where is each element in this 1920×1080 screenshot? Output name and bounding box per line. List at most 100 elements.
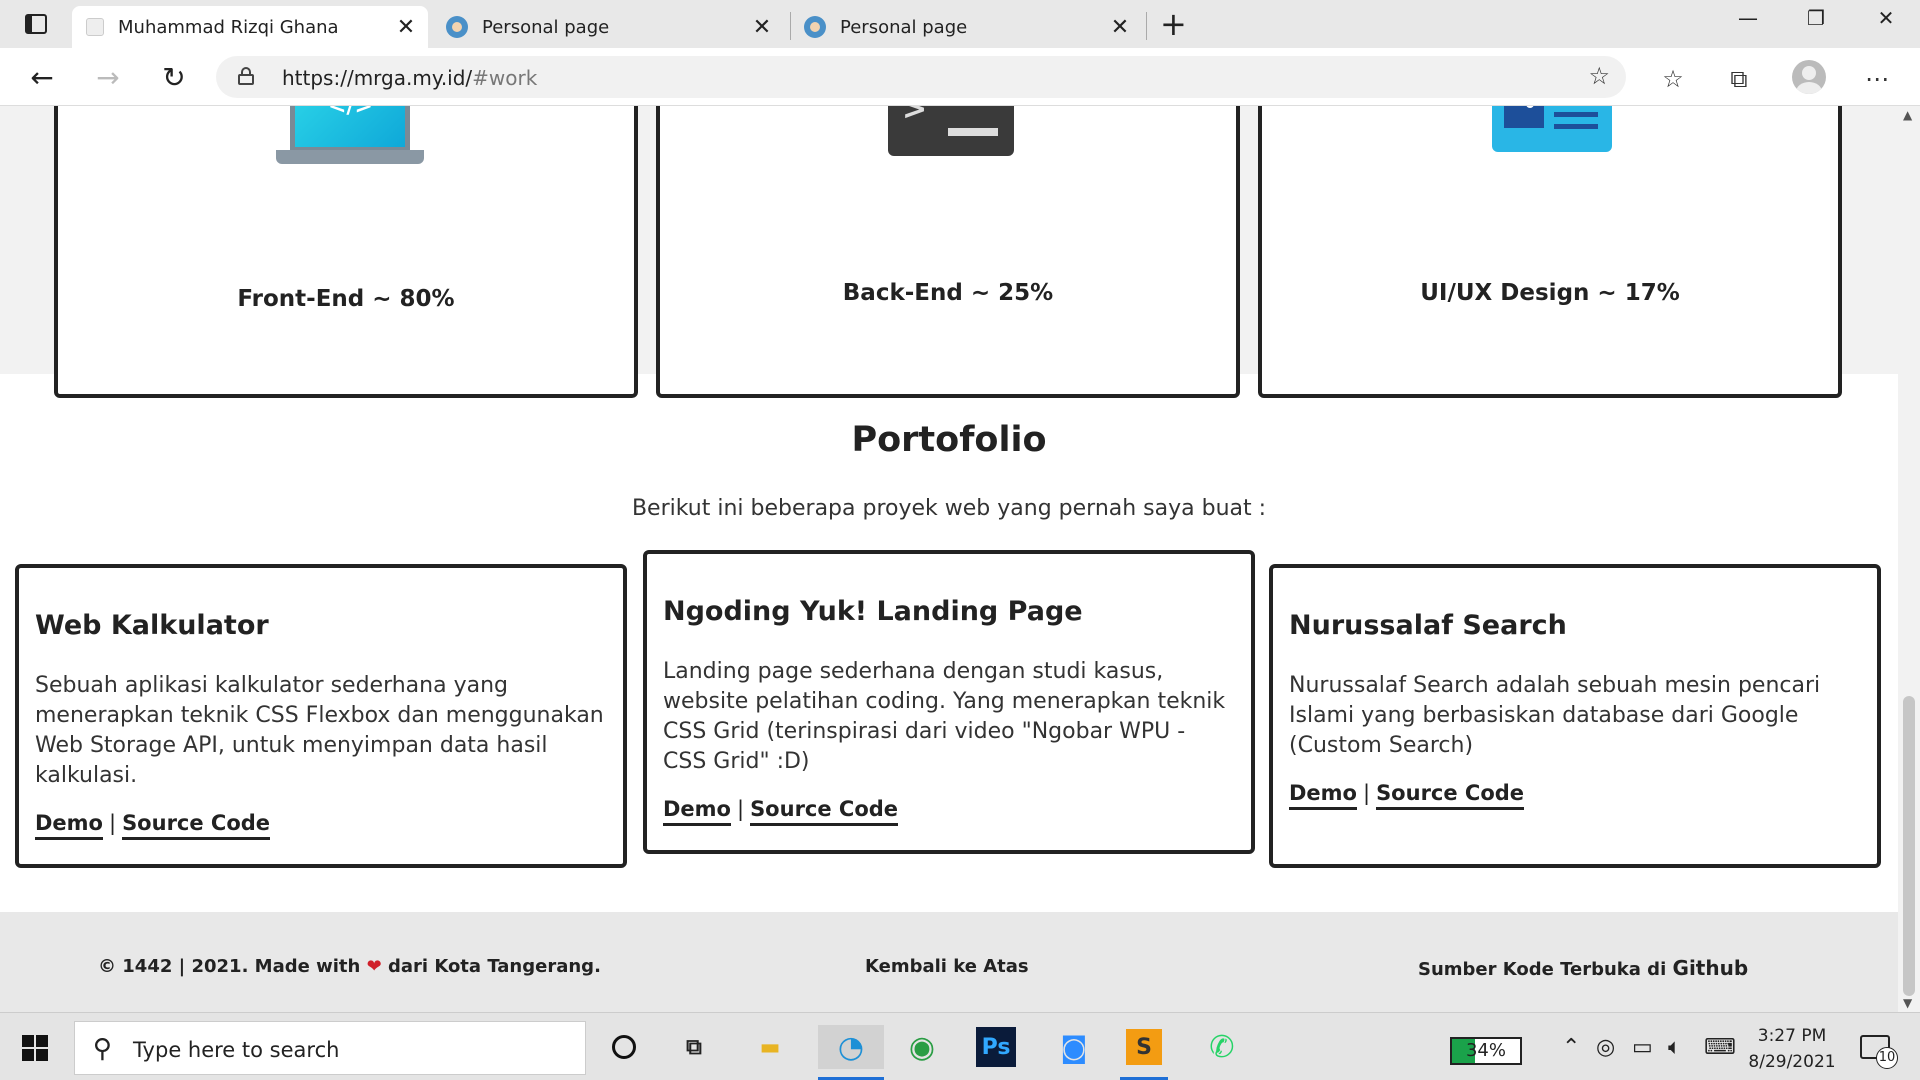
tab-2[interactable]: Personal page ✕ xyxy=(432,6,784,48)
clock-date: 8/29/2021 xyxy=(1748,1052,1836,1072)
skill-card-backend: > Back-End ~ 25% xyxy=(656,106,1240,398)
portfolio-subtitle: Berikut ini beberapa proyek web yang per… xyxy=(631,496,1267,521)
skills-section: ✎ ▯ ✎ ▯ ✎ ▯ ✎ ▯ ✎ ▯ ✎ ▯ </> Front-End ~ … xyxy=(0,106,1898,398)
project-description: Nurussalaf Search adalah sebuah mesin pe… xyxy=(1289,673,1821,758)
github-link[interactable]: Github xyxy=(1673,956,1749,980)
add-favorite-icon[interactable]: ☆ xyxy=(1588,62,1610,90)
minimize-icon[interactable]: — xyxy=(1728,6,1768,30)
close-tab-icon[interactable]: ✕ xyxy=(748,15,776,40)
page-viewport: ✎ ▯ ✎ ▯ ✎ ▯ ✎ ▯ ✎ ▯ ✎ ▯ </> Front-End ~ … xyxy=(0,106,1898,1012)
project-description: Landing page sederhana dengan studi kasu… xyxy=(663,659,1226,774)
source-code-link[interactable]: Source Code xyxy=(122,811,271,840)
collections-icon[interactable]: ⧉ xyxy=(1722,62,1756,96)
taskbar-search-input[interactable]: ⚲ Type here to search xyxy=(74,1021,586,1075)
url-host: https://mrga.my.id/ xyxy=(282,66,473,90)
photoshop-icon[interactable]: Ps xyxy=(976,1027,1016,1067)
more-menu-icon[interactable]: ⋯ xyxy=(1860,62,1894,96)
open-source-prefix: Sumber Kode Terbuka di xyxy=(1418,959,1667,980)
zoom-icon[interactable]: ◙ xyxy=(1052,1025,1096,1069)
tab-divider xyxy=(1146,12,1147,40)
search-placeholder: Type here to search xyxy=(133,1038,340,1062)
forward-arrow-icon[interactable]: → xyxy=(90,60,126,96)
task-view-icon[interactable]: ⧉ xyxy=(672,1025,716,1069)
project-description: Sebuah aplikasi kalkulator sederhana yan… xyxy=(35,673,604,788)
skill-label: Front-End ~ 80% xyxy=(237,286,455,312)
tab-1[interactable]: Muhammad Rizqi Ghana ✕ xyxy=(72,6,428,48)
address-toolbar: ← → ↻ https://mrga.my.id/#work ☆ ☆ ⧉ ⋯ xyxy=(0,48,1920,106)
url-text: https://mrga.my.id/#work xyxy=(282,66,537,90)
project-title: Nurussalaf Search xyxy=(1289,610,1567,641)
page-footer: © 1442 | 2021. Made with ❤ dari Kota Tan… xyxy=(0,912,1898,1012)
search-icon: ⚲ xyxy=(93,1034,113,1064)
close-window-icon[interactable]: ✕ xyxy=(1866,6,1906,30)
tab-actions-icon[interactable] xyxy=(14,10,58,38)
design-layout-icon xyxy=(1492,106,1612,152)
project-card-web-kalkulator: Web Kalkulator Sebuah aplikasi kalkulato… xyxy=(15,564,627,868)
whatsapp-icon[interactable]: ✆ xyxy=(1200,1025,1244,1069)
avatar-favicon-icon xyxy=(804,16,826,38)
avatar-favicon-icon xyxy=(446,16,468,38)
chrome-icon[interactable]: ◉ xyxy=(900,1025,944,1069)
url-hash: #work xyxy=(472,66,538,90)
sublime-text-icon[interactable]: S xyxy=(1126,1029,1162,1065)
scrollbar-thumb[interactable] xyxy=(1903,696,1915,996)
demo-link[interactable]: Demo xyxy=(35,811,103,840)
volume-icon[interactable]: 🔈︎ xyxy=(1668,1035,1681,1060)
battery-tray-icon[interactable]: ▭ xyxy=(1632,1035,1653,1060)
favorites-icon[interactable]: ☆ xyxy=(1656,62,1690,96)
demo-link[interactable]: Demo xyxy=(1289,781,1357,810)
project-card-nurussalaf-search: Nurussalaf Search Nurussalaf Search adal… xyxy=(1269,564,1881,868)
new-tab-icon[interactable]: + xyxy=(1160,6,1187,42)
restore-icon[interactable]: ❐ xyxy=(1796,6,1836,30)
browser-tab-bar: Muhammad Rizqi Ghana ✕ Personal page ✕ P… xyxy=(0,0,1920,48)
tab-title: Personal page xyxy=(482,16,610,38)
battery-indicator[interactable]: 34% xyxy=(1450,1037,1522,1065)
skill-card-frontend: </> Front-End ~ 80% xyxy=(54,106,638,398)
windows-taskbar: ⚲ Type here to search ⧉ ▬ ◔ ◉ Ps ◙ S ✆ 3… xyxy=(0,1012,1920,1080)
heart-icon: ❤ xyxy=(366,956,382,977)
source-code-link[interactable]: Source Code xyxy=(750,797,899,826)
scroll-down-arrow-icon[interactable]: ▼ xyxy=(1903,996,1912,1010)
windows-start-icon[interactable] xyxy=(22,1035,48,1061)
close-tab-icon[interactable]: ✕ xyxy=(392,15,420,40)
terminal-icon: > xyxy=(888,106,1014,156)
lock-icon[interactable] xyxy=(238,67,254,85)
page-scrollbar[interactable]: ▲ ▼ xyxy=(1898,106,1920,1012)
network-globe-icon[interactable]: ◎ xyxy=(1596,1035,1615,1060)
cortana-icon[interactable] xyxy=(602,1025,646,1069)
laptop-code-icon: </> xyxy=(276,106,426,166)
portfolio-title: Portofolio xyxy=(851,420,1047,460)
chevron-up-icon[interactable]: ⌃ xyxy=(1562,1035,1580,1060)
system-clock[interactable]: 3:27 PM 8/29/2021 xyxy=(1732,1023,1852,1075)
demo-link[interactable]: Demo xyxy=(663,797,731,826)
project-links: Demo | Source Code xyxy=(663,797,1235,826)
skill-card-uiux: UI/UX Design ~ 17% xyxy=(1258,106,1842,398)
refresh-icon[interactable]: ↻ xyxy=(156,60,192,96)
input-device-icon[interactable]: ⌨︎ xyxy=(1704,1035,1736,1060)
scroll-up-arrow-icon[interactable]: ▲ xyxy=(1903,108,1912,122)
project-title: Web Kalkulator xyxy=(35,610,269,641)
profile-avatar[interactable] xyxy=(1792,60,1826,94)
back-arrow-icon[interactable]: ← xyxy=(24,60,60,96)
address-bar[interactable]: https://mrga.my.id/#work ☆ xyxy=(216,56,1626,98)
tab-3[interactable]: Personal page ✕ xyxy=(790,6,1142,48)
copyright-suffix: dari Kota Tangerang. xyxy=(387,956,601,977)
skill-label: Back-End ~ 25% xyxy=(842,280,1054,306)
project-title: Ngoding Yuk! Landing Page xyxy=(663,596,1083,627)
copyright-text: © 1442 | 2021. Made with ❤ dari Kota Tan… xyxy=(98,956,601,977)
tab-title: Personal page xyxy=(840,16,968,38)
battery-percent: 34% xyxy=(1465,1040,1506,1061)
source-code-link[interactable]: Source Code xyxy=(1376,781,1525,810)
open-source-text: Sumber Kode Terbuka di Github xyxy=(1418,956,1748,980)
copyright-prefix: © 1442 | 2021. Made with xyxy=(98,956,361,977)
project-links: Demo | Source Code xyxy=(1289,781,1861,810)
edge-browser-icon[interactable]: ◔ xyxy=(818,1025,884,1069)
back-to-top-link[interactable]: Kembali ke Atas xyxy=(865,956,1029,977)
close-tab-icon[interactable]: ✕ xyxy=(1106,15,1134,40)
file-explorer-icon[interactable]: ▬ xyxy=(748,1025,792,1069)
skill-label: UI/UX Design ~ 17% xyxy=(1420,280,1680,306)
clock-time: 3:27 PM xyxy=(1757,1026,1827,1046)
page-favicon-icon xyxy=(86,18,104,36)
notification-center-icon[interactable]: 10 xyxy=(1860,1035,1898,1069)
project-card-ngoding-yuk: Ngoding Yuk! Landing Page Landing page s… xyxy=(643,550,1255,854)
